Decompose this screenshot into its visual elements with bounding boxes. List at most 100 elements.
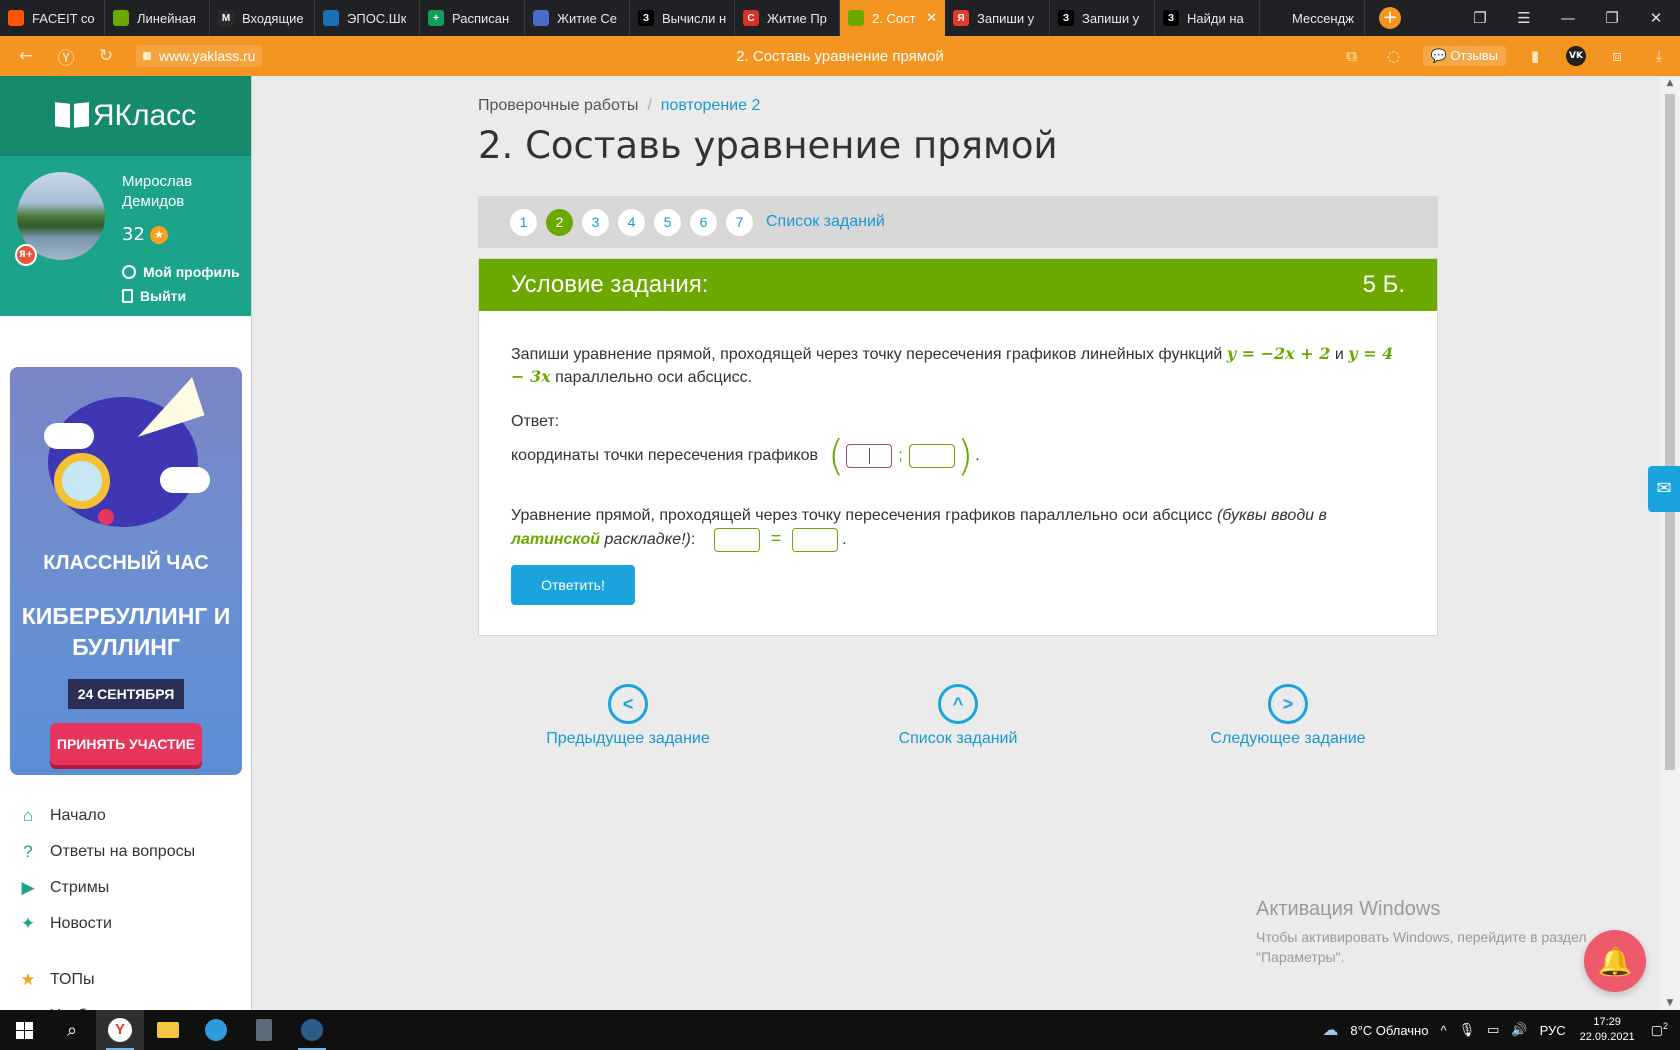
equation-right-input[interactable]	[791, 527, 838, 552]
browser-tab[interactable]: + Расписан	[420, 0, 525, 36]
browser-tab[interactable]: Линейная	[105, 0, 210, 36]
steam-icon[interactable]	[288, 1010, 336, 1050]
task-number-1[interactable]: 1	[510, 208, 537, 236]
sidebar-item-play[interactable]: ▶ Стримы	[18, 870, 248, 906]
x-coordinate-input[interactable]	[846, 444, 893, 468]
y-coordinate-input[interactable]	[908, 444, 955, 468]
statement-and: и	[1334, 346, 1344, 363]
search-icon[interactable]: ⌕	[48, 1010, 96, 1050]
book-logo-icon	[55, 103, 89, 129]
restore-icon[interactable]: ❐	[1592, 0, 1632, 36]
notification-bell-icon[interactable]: 🔔	[1584, 930, 1646, 992]
calculator-icon[interactable]	[240, 1010, 288, 1050]
browser-tab[interactable]: Мессендж	[1260, 0, 1365, 36]
language-indicator[interactable]: РУС	[1540, 1023, 1566, 1038]
breadcrumb-root[interactable]: Проверочные работы	[478, 97, 638, 114]
bookmarks-icon[interactable]: ❐	[1460, 0, 1500, 36]
volume-icon[interactable]: 🔊	[1511, 1022, 1527, 1038]
notification-center-icon[interactable]: ▢2	[1651, 1021, 1668, 1038]
browser-tab[interactable]: З Запиши у	[1050, 0, 1155, 36]
next-task-link[interactable]: > Следующее задание	[1188, 684, 1388, 748]
news-icon: ✦	[20, 914, 36, 933]
tab-label: Запиши у	[977, 10, 1035, 26]
promo-banner[interactable]: КЛАССНЫЙ ЧАС КИБЕРБУЛЛИНГ И БУЛЛИНГ 24 С…	[10, 367, 242, 775]
reviews-button[interactable]: 💬 Отзывы	[1422, 46, 1506, 66]
windows-taskbar: ⌕ Y ☁ 8°C Облачно ^ 🎙 ▭ 🔊 РУС 17:29 22.0…	[0, 1010, 1680, 1050]
task-number-2[interactable]: 2	[546, 208, 573, 236]
close-window-icon[interactable]: ✕	[1636, 0, 1676, 36]
start-button[interactable]	[0, 1010, 48, 1050]
back-icon[interactable]: ←	[12, 46, 40, 66]
browser-tab[interactable]: FACEIT co	[0, 0, 105, 36]
tab-label: Вычисли н	[662, 10, 726, 26]
microphone-icon[interactable]: 🎙	[1459, 1022, 1476, 1038]
task-header-label: Условие задания:	[511, 271, 709, 298]
network-icon[interactable]: ▭	[1487, 1022, 1499, 1038]
sidebar-item-question[interactable]: ? Ответы на вопросы	[18, 834, 248, 870]
activation-title: Активация Windows	[1256, 898, 1441, 920]
task-number-4[interactable]: 4	[618, 208, 645, 236]
yandex-browser-icon[interactable]: Y	[96, 1010, 144, 1050]
clock[interactable]: 17:29 22.09.2021	[1580, 1015, 1635, 1045]
weather-text[interactable]: 8°C Облачно	[1350, 1023, 1428, 1038]
chevron-right-icon: >	[1268, 684, 1308, 724]
paper-plane-icon	[125, 377, 205, 437]
browser-tab[interactable]: M Входящие	[210, 0, 315, 36]
sidebar-item-star[interactable]: ★ ТОПы	[18, 962, 248, 998]
task-list-link[interactable]: ^ Список заданий	[858, 684, 1058, 748]
browser-tab[interactable]: С Житие Пр	[735, 0, 840, 36]
sidebar-item-school[interactable]: ▲Учебные заведения	[18, 998, 248, 1010]
protect-icon[interactable]: ◌	[1385, 47, 1403, 65]
home-icon: ⌂	[22, 806, 34, 825]
yandex-icon[interactable]: Ⓨ	[52, 44, 80, 69]
chevron-up-icon[interactable]: ^	[1440, 1023, 1446, 1038]
user-name[interactable]: Мирослав Демидов	[122, 172, 232, 212]
browser-tab[interactable]: ЭПОС.Шк	[315, 0, 420, 36]
scroll-down-icon[interactable]: ▼	[1660, 998, 1680, 1008]
coords-row: координаты точки пересечения графиков ( …	[511, 435, 1405, 477]
vk-icon[interactable]: VK	[1566, 46, 1586, 66]
profile-link[interactable]: Мой профиль	[122, 264, 240, 280]
sidebar-item-home[interactable]: ⌂ Начало	[18, 798, 248, 834]
download-icon[interactable]: ⤓	[1650, 47, 1668, 65]
scroll-thumb[interactable]	[1665, 94, 1675, 770]
breadcrumb-current[interactable]: повторение 2	[661, 97, 761, 114]
site-logo[interactable]: ЯКласс	[0, 76, 251, 156]
close-tab-icon[interactable]: ✕	[922, 10, 937, 26]
new-tab-icon[interactable]: +	[1379, 7, 1401, 29]
next-task-label: Следующее задание	[1210, 730, 1366, 747]
task-number-6[interactable]: 6	[690, 208, 717, 236]
reload-icon[interactable]: ↻	[92, 46, 120, 66]
menu-icon[interactable]: ☰	[1504, 0, 1544, 36]
scroll-up-icon[interactable]: ▲	[1660, 78, 1680, 88]
ball-icon	[98, 509, 114, 525]
task-list-link[interactable]: Список заданий	[766, 213, 885, 231]
task-number-7[interactable]: 7	[726, 208, 753, 236]
collections-icon[interactable]: ⧈	[1608, 47, 1626, 65]
prev-task-link[interactable]: < Предыдущее задание	[528, 684, 728, 748]
url-field[interactable]: www.yaklass.ru	[136, 45, 263, 67]
browser-tab[interactable]: З Вычисли н	[630, 0, 735, 36]
browser-tab[interactable]: Я Запиши у	[945, 0, 1050, 36]
logout-link[interactable]: Выйти	[122, 288, 186, 304]
tabs-icon[interactable]: ⧉	[1343, 47, 1361, 65]
browser-tab[interactable]: Житие Се	[525, 0, 630, 36]
bookmark-icon[interactable]: ▮	[1526, 47, 1544, 65]
sidebar-item-news[interactable]: ✦ Новости	[18, 906, 248, 942]
close-paren: )	[956, 431, 974, 480]
feedback-mail-icon[interactable]: ✉	[1648, 466, 1680, 512]
task-number-5[interactable]: 5	[654, 208, 681, 236]
user-score: 32 ★	[122, 224, 168, 245]
equation-left-input[interactable]	[714, 527, 761, 552]
submit-answer-button[interactable]: Ответить!	[511, 565, 635, 605]
minimize-icon[interactable]: —	[1548, 0, 1588, 36]
tab-favicon-icon	[8, 10, 24, 26]
browser-tab[interactable]: 2. Сост ✕	[840, 0, 945, 36]
browser-tab[interactable]: З Найди на	[1155, 0, 1260, 36]
file-explorer-icon[interactable]	[144, 1010, 192, 1050]
edge-icon[interactable]	[192, 1010, 240, 1050]
promo-participate-button[interactable]: ПРИНЯТЬ УЧАСТИЕ	[50, 723, 202, 765]
task-number-3[interactable]: 3	[582, 208, 609, 236]
sidebar-item-label: ТОПы	[50, 971, 95, 988]
page-scrollbar[interactable]: ▲ ▼	[1660, 76, 1680, 1010]
